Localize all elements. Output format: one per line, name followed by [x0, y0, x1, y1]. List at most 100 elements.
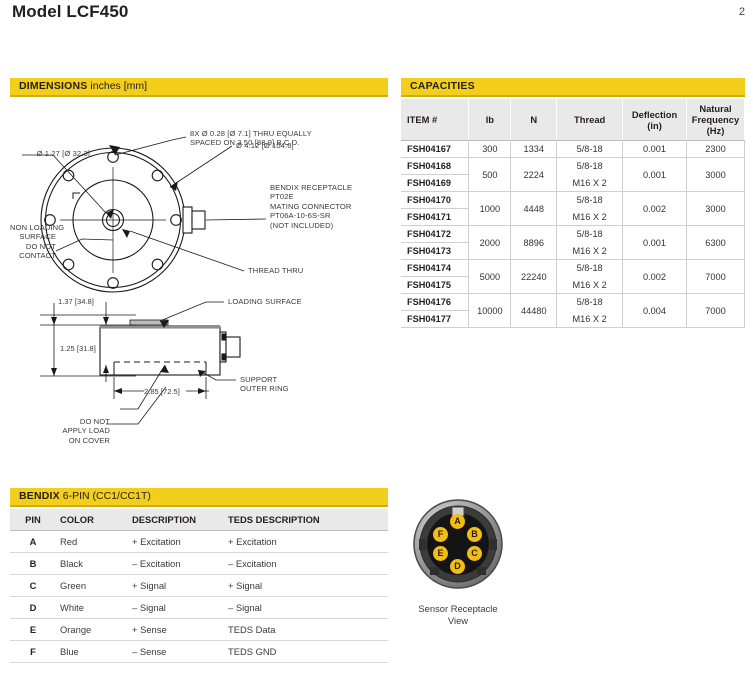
dimension-height-body: 1.25 [31.8] [60, 344, 96, 353]
connector-pin-a: A [450, 514, 465, 529]
connector-pin-d: D [450, 559, 465, 574]
cell-capacity-lb: 300 [468, 140, 512, 158]
connector-diagram-svg [413, 499, 503, 589]
connector-pin-e: E [433, 546, 448, 561]
cell-item-number: FSH04168 [401, 157, 470, 175]
capacities-table: ITEM # lb N Thread Deflection (in) Natur… [401, 99, 746, 328]
page-title: Model LCF450 [12, 2, 129, 21]
cell-pin: B [10, 552, 56, 575]
cell-description: + Signal [128, 574, 224, 597]
cell-thread: M16 X 2 [556, 276, 624, 294]
cell-thread: 5/8-18 [556, 225, 624, 243]
bendix-pinout-table: PIN COLOR DESCRIPTION TEDS DESCRIPTION A… [10, 509, 388, 663]
capacities-body: FSH04167 300 1334 5/8-18 0.001 2300 FSH04168 50… [401, 140, 746, 328]
sensor-receptacle-view: ABCDEF Sensor Receptacle View [403, 496, 513, 627]
cell-item-number: FSH04169 [401, 174, 470, 192]
table-row: C Green + Signal + Signal [10, 574, 388, 597]
cell-pin: F [10, 640, 56, 663]
table-row: FSH04167 300 1334 5/8-18 0.001 2300 [401, 140, 746, 158]
cell-natural-frequency: 7000 [686, 293, 746, 328]
cell-thread: 5/8-18 [556, 191, 624, 209]
cell-teds-description: + Signal [224, 574, 388, 597]
cell-natural-frequency: 3000 [686, 191, 746, 226]
cell-description: + Excitation [128, 530, 224, 553]
dimension-width-base: 2.85 [72.5] [144, 387, 180, 396]
cell-teds-description: + Excitation [224, 530, 388, 553]
table-row: A Red + Excitation + Excitation [10, 530, 388, 553]
callout-bendix-receptacle: BENDIX RECEPTACLE PT02E MATING CONNECTOR… [270, 183, 353, 230]
cell-deflection: 0.002 [622, 259, 687, 294]
connector-caption: Sensor Receptacle View [403, 603, 513, 627]
cell-description: – Excitation [128, 552, 224, 575]
cell-capacity-newtons: 8896 [510, 225, 558, 260]
cell-thread: 5/8-18 [556, 259, 624, 277]
cell-thread: M16 X 2 [556, 310, 624, 328]
callout-do-not-apply-load: DO NOT APPLY LOAD ON COVER [62, 417, 110, 445]
cell-thread: M16 X 2 [556, 208, 624, 226]
cell-deflection: 0.001 [622, 140, 687, 158]
cell-teds-description: – Signal [224, 596, 388, 619]
col-deflection-line2: (in) [647, 119, 662, 131]
dimensions-section-header: DIMENSIONS inches [mm] [10, 78, 388, 97]
cell-wire-color: Blue [56, 640, 128, 663]
bendix-title: BENDIX [19, 490, 60, 502]
connector-pin-f: F [433, 527, 448, 542]
cell-deflection: 0.001 [622, 157, 687, 192]
connector-caption-line2: View [447, 615, 469, 626]
cell-pin: E [10, 618, 56, 641]
col-newtons: N [510, 99, 558, 141]
cell-natural-frequency: 6300 [686, 225, 746, 260]
col-color: COLOR [56, 509, 128, 531]
page-number: 2 [738, 6, 745, 18]
capacities-section-header: CAPACITIES [401, 78, 745, 97]
bendix-body: A Red + Excitation + Excitation B Black – Exci… [10, 530, 388, 663]
callout-center-bore: Ø 1.27 [Ø 32.3] [36, 149, 90, 158]
col-freq-line1: Natural [699, 103, 732, 114]
col-teds-description: TEDS DESCRIPTION [224, 509, 388, 531]
col-natural-frequency: Natural Frequency (Hz) [686, 99, 746, 141]
cell-capacity-lb: 10000 [468, 293, 512, 328]
cell-item-number: FSH04176 [401, 293, 470, 311]
connector-pin-b: B [467, 527, 482, 542]
cell-capacity-lb: 500 [468, 157, 512, 192]
cell-natural-frequency: 7000 [686, 259, 746, 294]
callout-non-loading-surface: NON LOADING SURFACE DO NOT CONTACT [10, 223, 65, 261]
cell-item-number: FSH04175 [401, 276, 470, 294]
dimensions-units: inches [mm] [87, 80, 148, 92]
cell-capacity-newtons: 44480 [510, 293, 558, 328]
cell-wire-color: Black [56, 552, 128, 575]
cell-pin: C [10, 574, 56, 597]
cell-deflection: 0.001 [622, 225, 687, 260]
cell-thread: 5/8-18 [556, 140, 624, 158]
datasheet-page: Model LCF450 2 DIMENSIONS inches [mm] 8X… [0, 0, 753, 692]
table-row: FSH04170 1000 4448 5/8-18 0.002 3000 [401, 191, 746, 226]
cell-item-number: FSH04173 [401, 242, 470, 260]
col-lb: lb [468, 99, 512, 141]
cell-pin: D [10, 596, 56, 619]
bendix-subtitle: 6-PIN (CC1/CC1T) [59, 490, 151, 502]
col-item: ITEM # [401, 99, 470, 141]
cell-wire-color: Green [56, 574, 128, 597]
table-row: FSH04176 10000 44480 5/8-18 0.004 7000 [401, 293, 746, 328]
cell-capacity-newtons: 4448 [510, 191, 558, 226]
callout-loading-surface: LOADING SURFACE [228, 297, 302, 306]
dimension-height-total: 1.37 [34.8] [58, 297, 94, 306]
cell-description: – Signal [128, 596, 224, 619]
cell-capacity-newtons: 1334 [510, 140, 558, 158]
cell-wire-color: Red [56, 530, 128, 553]
table-row: B Black – Excitation – Excitation [10, 552, 388, 575]
cell-item-number: FSH04171 [401, 208, 470, 226]
capacities-title: CAPACITIES [410, 80, 475, 92]
table-row: FSH04174 5000 22240 5/8-18 0.002 7000 [401, 259, 746, 294]
connector-pin-c: C [467, 546, 482, 561]
cell-deflection: 0.004 [622, 293, 687, 328]
col-thread: Thread [556, 99, 624, 141]
table-row: FSH04168 500 2224 5/8-18 0.001 3000 [401, 157, 746, 192]
cell-teds-description: TEDS GND [224, 640, 388, 663]
cell-item-number: FSH04177 [401, 310, 470, 328]
dimensions-title: DIMENSIONS [19, 80, 88, 92]
col-pin: PIN [10, 509, 56, 531]
cell-item-number: FSH04174 [401, 259, 470, 277]
cell-description: – Sense [128, 640, 224, 663]
cell-wire-color: White [56, 596, 128, 619]
